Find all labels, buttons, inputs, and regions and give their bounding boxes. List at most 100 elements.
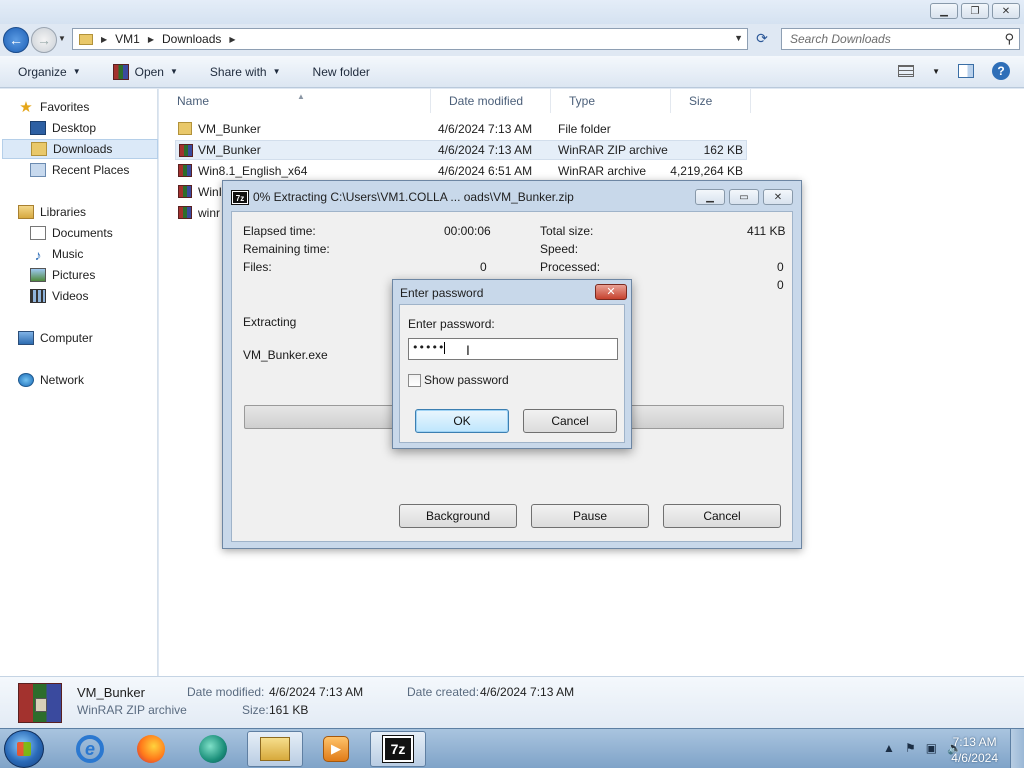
show-desktop-button[interactable] xyxy=(1010,729,1024,768)
action-center-flag-icon[interactable]: ⚑ xyxy=(905,741,916,755)
column-header-type[interactable]: Type xyxy=(551,89,671,113)
documents-icon xyxy=(30,226,46,240)
column-label: Name xyxy=(177,94,210,108)
nav-desktop[interactable]: Desktop xyxy=(30,118,156,138)
nav-documents[interactable]: Documents xyxy=(30,223,156,243)
downloads-folder-icon xyxy=(31,142,47,156)
nav-label: Documents xyxy=(52,226,113,240)
navigation-pane: ★ Favorites Desktop Downloads Recent Pla… xyxy=(0,89,158,676)
app-icon xyxy=(199,735,227,763)
minimize-button[interactable]: ▁ xyxy=(695,189,725,205)
new-folder-button[interactable]: New folder xyxy=(313,65,370,79)
sevenzip-icon: 7z xyxy=(231,190,249,205)
nav-label: Pictures xyxy=(52,268,96,282)
processed-value: 0 xyxy=(777,260,784,274)
password-input[interactable]: ••••• xyxy=(408,338,618,360)
file-row-selected[interactable]: VM_Bunker 4/6/2024 7:13 AM WinRAR ZIP ar… xyxy=(175,140,747,160)
file-row[interactable]: Win8.1_English_x64 4/6/2024 6:51 AM WinR… xyxy=(175,161,747,181)
file-date: 4/6/2024 7:13 AM xyxy=(438,143,533,157)
preview-pane-icon[interactable] xyxy=(958,64,974,78)
column-header-name[interactable]: Name ▲ xyxy=(159,89,431,113)
taskbar-explorer[interactable] xyxy=(247,731,303,767)
column-label: Date modified xyxy=(449,94,524,108)
details-size: 161 KB xyxy=(269,703,309,717)
breadcrumb-vm1[interactable]: VM1 xyxy=(115,32,140,46)
close-button[interactable]: ✕ xyxy=(595,284,627,300)
taskbar-firefox[interactable] xyxy=(123,731,179,767)
help-icon[interactable]: ? xyxy=(992,62,1010,80)
background-button[interactable]: Background xyxy=(399,504,517,528)
recent-pages-dropdown-icon[interactable]: ▼ xyxy=(58,34,66,43)
column-header-size[interactable]: Size xyxy=(671,89,751,113)
refresh-icon[interactable]: ⟳ xyxy=(752,30,772,50)
libraries-icon xyxy=(18,205,34,219)
network-icon[interactable]: ▣ xyxy=(926,741,937,755)
new-folder-label: New folder xyxy=(312,64,370,79)
chevron-down-icon: ▼ xyxy=(72,67,81,76)
search-placeholder: Search Downloads xyxy=(790,32,891,46)
taskbar-media-player[interactable]: ▶ xyxy=(308,731,364,767)
maximize-button[interactable]: ▭ xyxy=(729,189,759,205)
nav-computer[interactable]: Computer xyxy=(18,328,174,348)
nav-music[interactable]: ♪ Music xyxy=(30,244,156,264)
file-row[interactable]: VM_Bunker 4/6/2024 7:13 AM File folder xyxy=(175,119,747,139)
nav-videos[interactable]: Videos xyxy=(30,286,156,306)
show-password-checkbox[interactable] xyxy=(408,374,421,387)
extracting-label: Extracting xyxy=(243,315,297,329)
speed-label: Speed: xyxy=(540,242,579,256)
chevron-right-icon[interactable]: ▶ xyxy=(101,35,107,44)
nav-network[interactable]: Network xyxy=(18,370,174,390)
minimize-button[interactable]: ▁ xyxy=(930,3,958,19)
chevron-down-icon[interactable]: ▼ xyxy=(932,67,940,76)
chevron-right-icon[interactable]: ▶ xyxy=(148,35,154,44)
search-input[interactable]: Search Downloads ⚲ xyxy=(781,28,1020,50)
nav-label: Computer xyxy=(40,331,93,345)
nav-pictures[interactable]: Pictures xyxy=(30,265,156,285)
nav-recent-places[interactable]: Recent Places xyxy=(30,160,156,180)
cancel-button[interactable]: Cancel xyxy=(663,504,781,528)
file-name: WinI xyxy=(198,185,222,199)
sort-arrow-icon: ▲ xyxy=(297,92,305,101)
forward-button[interactable]: → xyxy=(31,27,57,53)
nav-downloads[interactable]: Downloads xyxy=(2,139,158,159)
total-size-value: 411 KB xyxy=(747,224,786,238)
file-type: WinRAR ZIP archive xyxy=(558,143,668,157)
recent-places-icon xyxy=(30,163,46,177)
organize-button[interactable]: Organize ▼ xyxy=(18,65,81,79)
chevron-right-icon[interactable]: ▶ xyxy=(229,35,235,44)
cancel-button[interactable]: Cancel xyxy=(523,409,617,433)
column-header-date-modified[interactable]: Date modified xyxy=(431,89,551,113)
close-button[interactable]: ✕ xyxy=(763,189,793,205)
nav-favorites[interactable]: ★ Favorites xyxy=(18,97,174,117)
share-with-button[interactable]: Share with ▼ xyxy=(210,65,281,79)
file-size: 162 KB xyxy=(703,143,743,157)
start-button[interactable] xyxy=(4,730,44,768)
folder-icon xyxy=(178,122,192,135)
taskbar-app[interactable] xyxy=(185,731,241,767)
close-button[interactable]: ✕ xyxy=(992,3,1020,19)
nav-libraries[interactable]: Libraries xyxy=(18,202,174,222)
open-button[interactable]: Open ▼ xyxy=(112,63,178,80)
back-button[interactable]: ← xyxy=(3,27,29,53)
details-label: Date modified: xyxy=(187,685,265,699)
restore-button[interactable]: ❐ xyxy=(961,3,989,19)
taskbar-internet-explorer[interactable]: e xyxy=(62,731,118,767)
explorer-titlebar: ▁ ❐ ✕ xyxy=(0,0,1024,24)
nav-label: Recent Places xyxy=(52,163,130,177)
clock[interactable]: 7:13 AM 4/6/2024 xyxy=(951,734,998,766)
nav-label: Desktop xyxy=(52,121,97,135)
taskbar-7zip[interactable]: 7z xyxy=(370,731,426,767)
star-icon: ★ xyxy=(19,99,33,116)
pause-button[interactable]: Pause xyxy=(531,504,649,528)
search-icon[interactable]: ⚲ xyxy=(1004,31,1014,47)
show-password-label[interactable]: Show password xyxy=(424,373,509,387)
address-bar[interactable]: ▶ VM1 ▶ Downloads ▶ ▼ xyxy=(72,28,748,50)
breadcrumb-downloads[interactable]: Downloads xyxy=(162,32,221,46)
view-options-icon[interactable] xyxy=(898,65,915,77)
file-type: File folder xyxy=(558,122,611,136)
file-name: winr xyxy=(198,206,221,220)
clock-date: 4/6/2024 xyxy=(951,751,998,765)
ok-button[interactable]: OK xyxy=(415,409,509,433)
address-dropdown-icon[interactable]: ▼ xyxy=(734,33,743,43)
show-hidden-icons-icon[interactable]: ▲ xyxy=(883,741,895,755)
